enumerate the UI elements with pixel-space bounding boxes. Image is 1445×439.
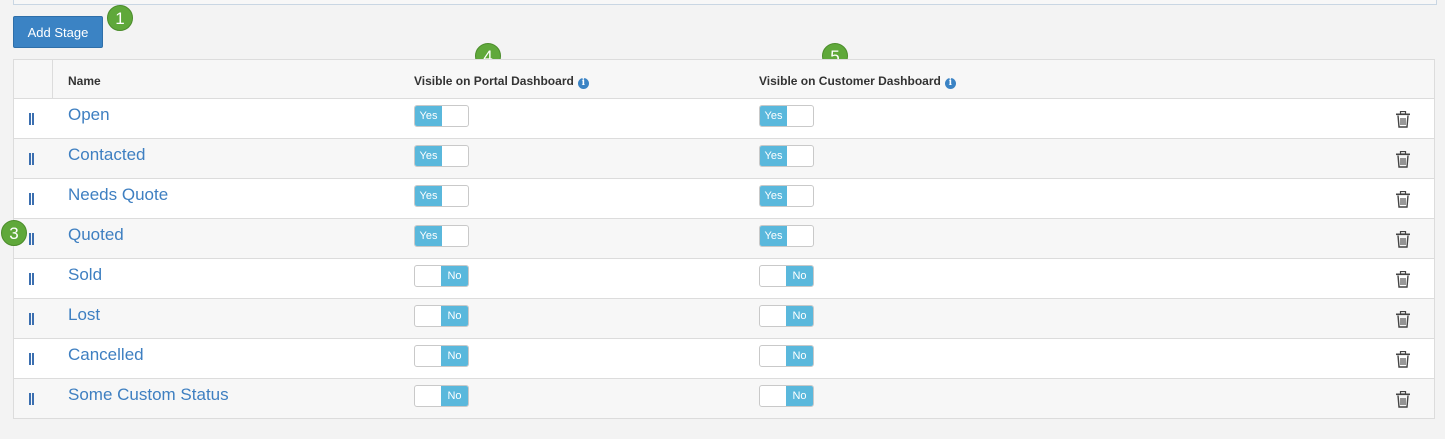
trash-icon[interactable] xyxy=(1395,271,1411,288)
portal-toggle-label: Yes xyxy=(415,106,442,126)
table-row: Some Custom Status No No xyxy=(14,378,1434,418)
drag-handle-icon[interactable] xyxy=(29,153,35,165)
portal-visibility-toggle[interactable]: Yes xyxy=(414,185,469,207)
customer-visibility-toggle[interactable]: Yes xyxy=(759,145,814,167)
portal-toggle-label: Yes xyxy=(415,186,442,206)
customer-visibility-toggle[interactable]: No xyxy=(759,385,814,407)
column-header-name: Name xyxy=(68,74,101,88)
customer-toggle-label: Yes xyxy=(760,226,787,246)
trash-icon[interactable] xyxy=(1395,111,1411,128)
customer-visibility-toggle[interactable]: Yes xyxy=(759,225,814,247)
trash-icon[interactable] xyxy=(1395,391,1411,408)
customer-toggle-label: Yes xyxy=(760,146,787,166)
stage-name-link[interactable]: Quoted xyxy=(68,225,124,245)
portal-toggle-label: Yes xyxy=(415,146,442,166)
info-icon[interactable]: i xyxy=(944,78,956,89)
table-row: Lost No No xyxy=(14,298,1434,338)
table-row: Sold No No xyxy=(14,258,1434,298)
customer-visibility-toggle[interactable]: Yes xyxy=(759,185,814,207)
callout-badge-3: 3 xyxy=(1,220,27,246)
customer-visibility-toggle[interactable]: Yes xyxy=(759,105,814,127)
info-icon[interactable]: i xyxy=(577,78,589,89)
stage-name-link[interactable]: Contacted xyxy=(68,145,146,165)
customer-toggle-label: No xyxy=(786,346,813,366)
column-header-portal-label: Visible on Portal Dashboard xyxy=(414,74,574,88)
table-row: Quoted Yes Yes xyxy=(14,218,1434,258)
customer-toggle-label: No xyxy=(786,266,813,286)
column-header-name-label: Name xyxy=(68,74,101,88)
drag-handle-icon[interactable] xyxy=(29,273,35,285)
portal-visibility-toggle[interactable]: Yes xyxy=(414,145,469,167)
portal-toggle-label: Yes xyxy=(415,226,442,246)
portal-visibility-toggle[interactable]: No xyxy=(414,345,469,367)
portal-toggle-label: No xyxy=(441,346,468,366)
trash-icon[interactable] xyxy=(1395,311,1411,328)
trash-icon[interactable] xyxy=(1395,151,1411,168)
column-header-customer-label: Visible on Customer Dashboard xyxy=(759,74,941,88)
portal-visibility-toggle[interactable]: No xyxy=(414,305,469,327)
customer-visibility-toggle[interactable]: No xyxy=(759,265,814,287)
stage-name-link[interactable]: Lost xyxy=(68,305,100,325)
portal-toggle-label: No xyxy=(441,386,468,406)
drag-handle-icon[interactable] xyxy=(29,233,35,245)
table-row: Open Yes Yes xyxy=(14,98,1434,138)
portal-visibility-toggle[interactable]: No xyxy=(414,385,469,407)
table-row: Needs Quote Yes Yes xyxy=(14,178,1434,218)
portal-visibility-toggle[interactable]: Yes xyxy=(414,225,469,247)
customer-visibility-toggle[interactable]: No xyxy=(759,345,814,367)
portal-visibility-toggle[interactable]: No xyxy=(414,265,469,287)
trash-icon[interactable] xyxy=(1395,191,1411,208)
portal-visibility-toggle[interactable]: Yes xyxy=(414,105,469,127)
portal-toggle-label: No xyxy=(441,306,468,326)
drag-handle-icon[interactable] xyxy=(29,113,35,125)
top-panel-edge xyxy=(13,0,1437,5)
customer-toggle-label: Yes xyxy=(760,106,787,126)
stage-name-link[interactable]: Sold xyxy=(68,265,102,285)
stage-name-link[interactable]: Some Custom Status xyxy=(68,385,229,405)
stages-table: Name Visible on Portal Dashboard i Visibl… xyxy=(13,59,1435,419)
drag-handle-icon[interactable] xyxy=(29,193,35,205)
stage-name-link[interactable]: Needs Quote xyxy=(68,185,168,205)
column-header-portal: Visible on Portal Dashboard i xyxy=(414,74,589,89)
stage-name-link[interactable]: Cancelled xyxy=(68,345,144,365)
add-stage-button[interactable]: Add Stage xyxy=(13,16,103,48)
column-header-customer: Visible on Customer Dashboard i xyxy=(759,74,956,89)
customer-toggle-label: No xyxy=(786,386,813,406)
drag-handle-icon[interactable] xyxy=(29,313,35,325)
drag-handle-icon[interactable] xyxy=(29,353,35,365)
callout-badge-1: 1 xyxy=(107,5,133,31)
customer-toggle-label: No xyxy=(786,306,813,326)
table-row: Contacted Yes Yes xyxy=(14,138,1434,178)
trash-icon[interactable] xyxy=(1395,231,1411,248)
stage-name-link[interactable]: Open xyxy=(68,105,110,125)
trash-icon[interactable] xyxy=(1395,351,1411,368)
customer-toggle-label: Yes xyxy=(760,186,787,206)
customer-visibility-toggle[interactable]: No xyxy=(759,305,814,327)
table-row: Cancelled No No xyxy=(14,338,1434,378)
portal-toggle-label: No xyxy=(441,266,468,286)
drag-handle-icon[interactable] xyxy=(29,393,35,405)
